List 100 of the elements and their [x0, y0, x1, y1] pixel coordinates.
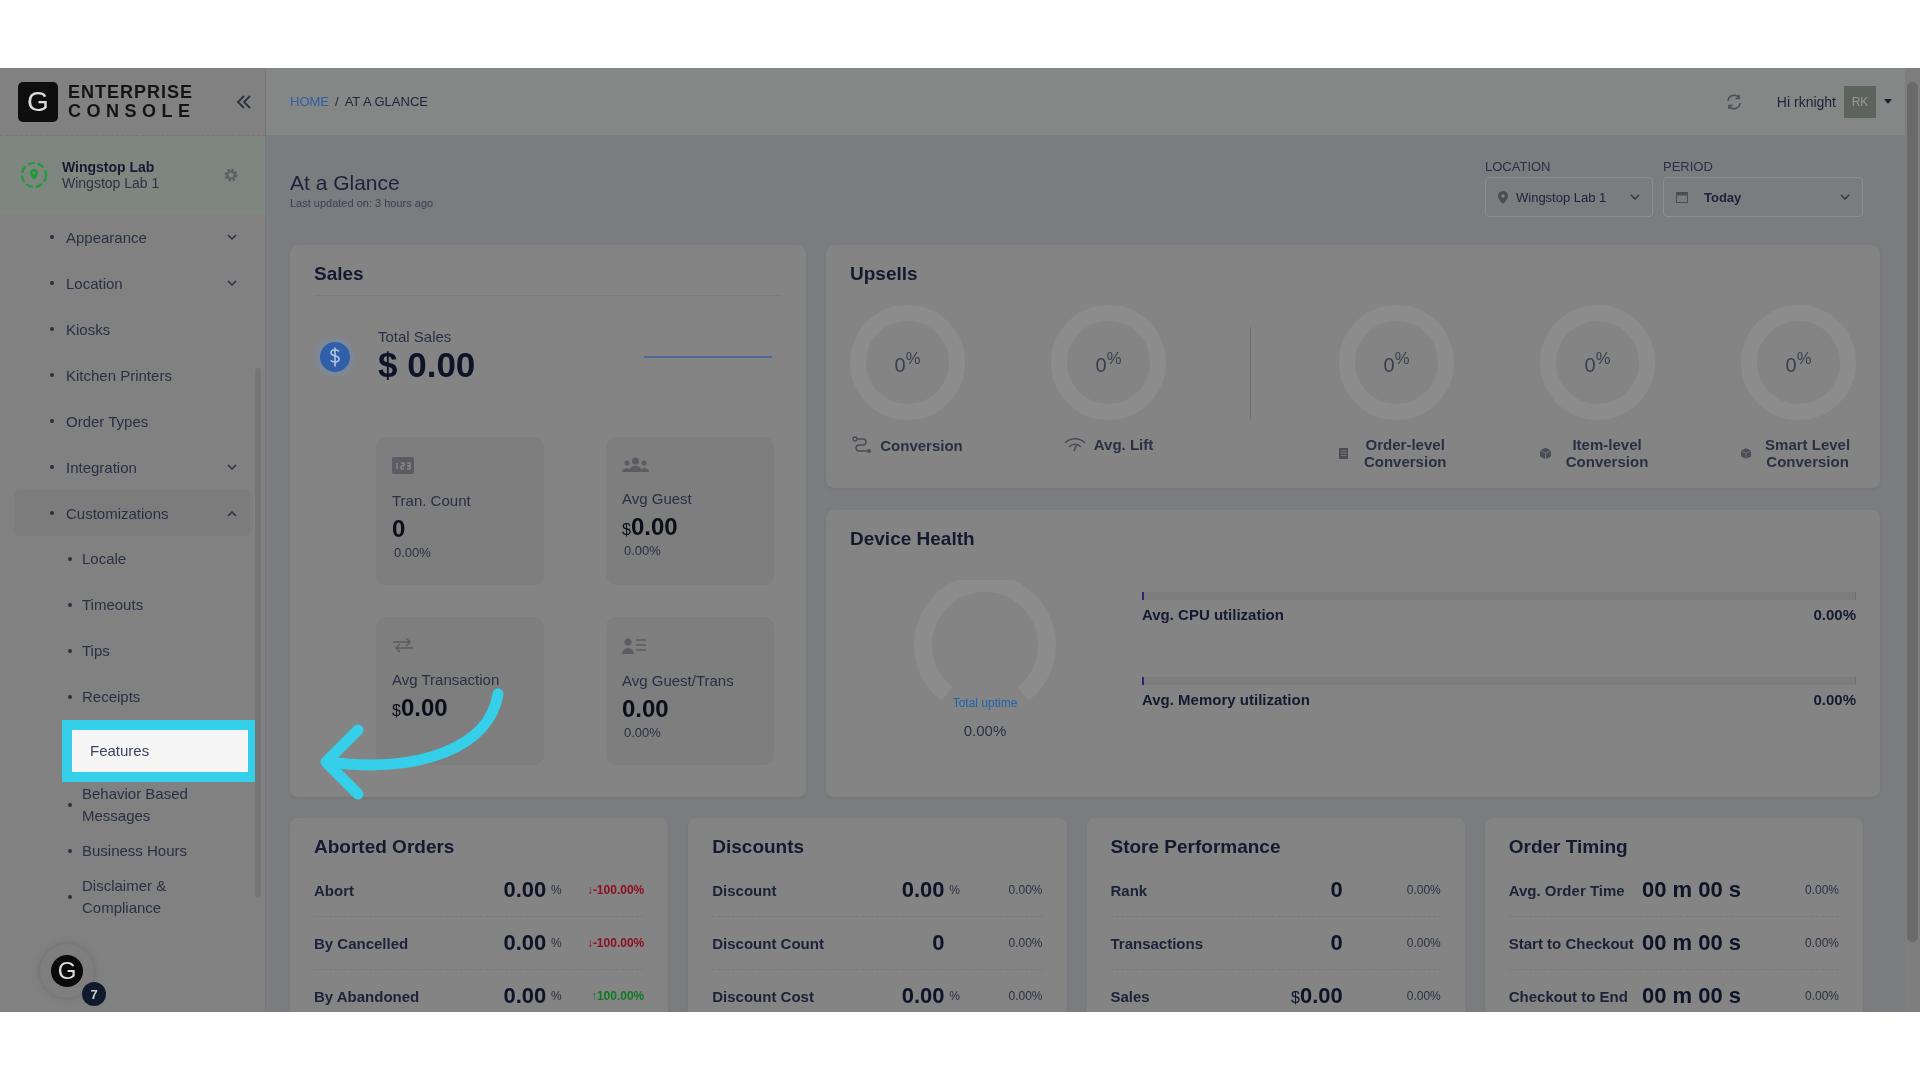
sidebar-item[interactable]: Order Types: [14, 398, 251, 444]
meter-reading: 0.00%: [1813, 606, 1856, 623]
sidebar-subitem[interactable]: Features: [62, 720, 258, 782]
donut-gauge: 0$^{%}$: [1339, 305, 1454, 420]
swap-arrows-icon: [392, 637, 414, 653]
sidebar-subitem[interactable]: Receipts: [14, 674, 251, 720]
metric-change: 0.00%: [393, 545, 431, 560]
unit-text: %: [550, 989, 562, 1003]
stat-change: 0.00%: [1007, 936, 1043, 950]
location-pin-icon: [20, 161, 48, 189]
page-title: At a Glance: [290, 171, 401, 195]
card-title: Sales: [314, 263, 782, 296]
upsell-label: Order-level Conversion: [1362, 436, 1448, 470]
dollar-icon: [314, 335, 356, 378]
sidebar-item[interactable]: Appearance: [14, 214, 251, 260]
card-title: Store Performance: [1110, 836, 1282, 858]
donut-gauge: 0$^{%}$: [1051, 305, 1166, 420]
upsell-label: Conversion: [880, 436, 963, 454]
stat-label: Sales: [1110, 987, 1151, 1005]
metric-change: 0.00%: [623, 543, 661, 558]
unit-text: %: [949, 883, 960, 897]
stat-value: 00 m 00 s: [1641, 877, 1741, 903]
card-title: Device Health: [850, 528, 976, 550]
card-title: Upsells: [850, 263, 919, 285]
metric-value: 0: [392, 515, 406, 543]
sidebar-item[interactable]: Integration: [14, 444, 251, 490]
stat-change: ↓-100.00%: [585, 936, 645, 950]
stat-label: By Abandoned: [314, 987, 421, 1005]
stat-change: 0.00%: [1405, 936, 1441, 950]
logo-mark: G: [18, 81, 58, 122]
refresh-icon[interactable]: [1724, 92, 1743, 111]
store-location: Wingstop Lab 1: [62, 175, 160, 191]
meter-label: Avg. Memory utilization: [1142, 691, 1310, 708]
stat-label: By Cancelled: [314, 934, 410, 952]
donut-gauge: 0$^{%}$: [1540, 305, 1655, 420]
filter-label: LOCATION: [1485, 159, 1552, 174]
sidebar-subitem[interactable]: Business Hours: [14, 828, 251, 874]
brand-name: ENTERPRISE: [68, 82, 195, 102]
stat-value: 0.00: [503, 930, 547, 956]
card-title: Discounts: [712, 836, 806, 858]
breadcrumb-item[interactable]: HOME: [290, 94, 329, 109]
uptime-label: Total uptime: [952, 696, 1018, 710]
store-name: Wingstop Lab: [62, 159, 156, 175]
metric-value: $0.00: [392, 694, 448, 722]
stat-change: 0.00%: [1007, 883, 1043, 897]
sidebar-subitem[interactable]: Locale: [14, 536, 251, 582]
stat-change: 0.00%: [1803, 883, 1839, 897]
stat-label: Discount Cost: [712, 987, 815, 1005]
route-icon: [852, 436, 873, 454]
stat-value: 0: [1330, 877, 1343, 903]
settings-icon[interactable]: [223, 167, 239, 183]
stat-label: Abort: [314, 881, 355, 899]
stat-change: 0.00%: [1803, 989, 1839, 1003]
notification-badge: 7: [82, 982, 106, 1006]
location-pin-icon: [1498, 190, 1508, 204]
breadcrumb-item: AT A GLANCE: [344, 94, 428, 109]
brand-subtitle: CONSOLE: [68, 101, 196, 121]
stat-value: 0: [932, 930, 945, 956]
sidebar-subitem[interactable]: Timeouts: [14, 582, 251, 628]
card-title: Order Timing: [1508, 836, 1629, 858]
stat-change: 0.00%: [1405, 989, 1441, 1003]
meter-reading: 0.00%: [1813, 691, 1856, 708]
upsell-label: Avg. Lift: [1093, 436, 1154, 453]
sidebar-item[interactable]: Location: [14, 260, 251, 306]
stat-change: 0.00%: [1803, 936, 1839, 950]
last-updated-text: Last updated on: 3 hours ago: [290, 197, 434, 209]
sidebar-item[interactable]: Kitchen Printers: [14, 352, 251, 398]
stat-value: 0.00: [503, 983, 547, 1009]
metric-value: $0.00: [622, 513, 678, 541]
breadcrumb-separator: /: [335, 94, 339, 109]
stat-change: ↑100.00%: [589, 989, 645, 1003]
caret-icon[interactable]: [1884, 99, 1892, 104]
stat-change: 0.00%: [1405, 883, 1441, 897]
chevron-down-icon: [1840, 194, 1850, 200]
sidebar-subitem[interactable]: Behavior Based Messages: [14, 782, 251, 828]
group-icon: [622, 457, 649, 472]
stat-value: 0.00: [503, 877, 547, 903]
total-sales-label: Total Sales: [378, 328, 453, 345]
collapse-icon[interactable]: [235, 94, 252, 109]
stat-label: Discount: [712, 881, 778, 899]
stat-change: 0.00%: [1007, 989, 1043, 1003]
user-avatar[interactable]: RK: [1844, 85, 1876, 118]
stat-value: 00 m 00 s: [1641, 983, 1741, 1009]
filter-dropdown[interactable]: Wingstop Lab 1: [1485, 177, 1653, 217]
card-title: Aborted Orders: [314, 836, 456, 858]
sidebar-subitem[interactable]: Disclaimer & Compliance: [14, 874, 251, 920]
filter-dropdown[interactable]: Today: [1663, 177, 1863, 217]
signal-icon: [1063, 437, 1086, 452]
donut-gauge: 0$^{%}$: [1741, 305, 1856, 420]
stat-label: Discount Count: [712, 934, 825, 952]
stat-value: 0.00: [901, 877, 945, 903]
sidebar-subitem[interactable]: Tips: [14, 628, 251, 674]
filter-label: PERIOD: [1663, 159, 1714, 174]
upsell-label: Item-level Conversion: [1564, 436, 1650, 470]
upsell-label: Smart Level Conversion: [1764, 436, 1852, 470]
sidebar-item[interactable]: Kiosks: [14, 306, 251, 352]
stat-label: Checkout to End: [1508, 987, 1629, 1005]
stat-value: $0.00: [1291, 983, 1343, 1009]
user-greeting: Hi rknight: [1776, 93, 1836, 110]
stat-label: Rank: [1110, 881, 1149, 899]
